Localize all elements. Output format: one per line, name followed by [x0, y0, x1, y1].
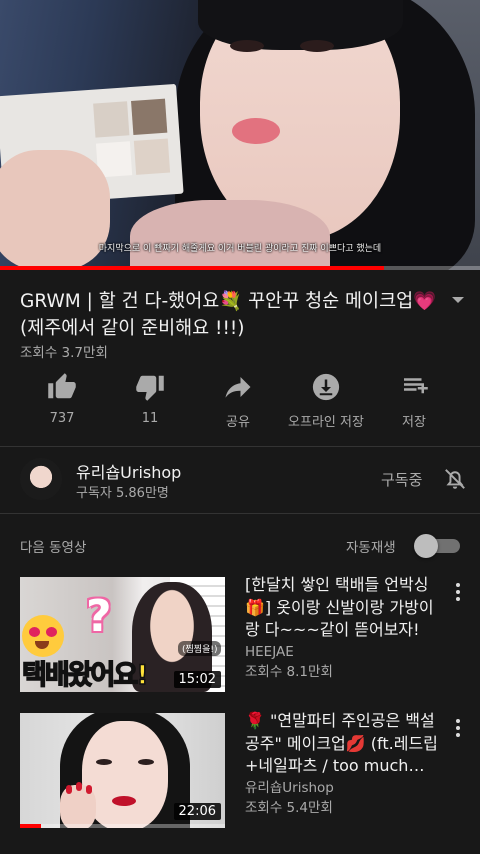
thumb-up-icon — [48, 373, 76, 399]
thumbnail-caption-yellow: 왔어요! — [67, 659, 149, 692]
thumbnail-lips — [112, 796, 136, 806]
thumbnail-tag: (찜찜을!) — [178, 641, 222, 656]
notification-bell-button[interactable] — [442, 466, 468, 496]
thumbnail-caption-white: 택배 — [21, 659, 70, 692]
person-eye-left — [230, 40, 264, 52]
autoplay-label: 자동재생 — [346, 540, 396, 556]
thumbnail-eye — [138, 759, 154, 765]
more-options-icon[interactable] — [455, 583, 461, 604]
autoplay-toggle-knob[interactable] — [414, 534, 438, 558]
bell-off-icon — [445, 469, 465, 489]
subscribed-button[interactable]: 구독중 — [381, 469, 422, 490]
video-title: 🌹 "연말파티 주인공은 백설공주" 메이크업💋 (ft.레드립+네일파츠 / … — [245, 711, 438, 775]
video-player[interactable]: 마지막으로 이 빤짜기 해줄게요 이거 버블린 광이라고 진짜 이쁘다고 했는데 — [0, 0, 480, 270]
palette-pan — [131, 98, 168, 135]
subscriber-count: 구독자 5.86만명 — [76, 486, 169, 501]
save-label: 저장 — [402, 415, 426, 430]
thumb-down-icon — [136, 375, 164, 401]
dot — [456, 726, 460, 730]
video-thumbnail[interactable]: ? (찜찜을!) 택배왔어요! 15:02 — [20, 577, 225, 692]
share-icon — [225, 377, 251, 398]
video-title: GRWM | 할 건 다-했어요💐 꾸안꾸 청순 메이크업💗 (제주에서 같이 … — [20, 291, 437, 339]
palette-pan — [133, 138, 171, 175]
person-lips — [232, 118, 280, 144]
video-channel: HEEJAE — [245, 643, 294, 660]
thumbnail-nail — [76, 782, 82, 791]
more-options-icon[interactable] — [455, 719, 461, 740]
thumbnail-caption: 택배왔어요! — [21, 653, 149, 692]
video-subtitle: 마지막으로 이 빤짜기 해줄게요 이거 버블린 광이라고 진짜 이쁘다고 했는데 — [98, 244, 382, 254]
recommended-video[interactable]: 22:06 🌹 "연말파티 주인공은 백설공주" 메이크업💋 (ft.레드립+네… — [0, 710, 480, 831]
video-views: 조회수 5.4만회 — [245, 799, 333, 816]
up-next-label: 다음 동영상 — [20, 540, 87, 556]
thumbnail-nail — [86, 785, 92, 794]
thumbnail-eye — [96, 759, 112, 765]
person-sweater — [130, 200, 330, 270]
video-title-block[interactable]: GRWM | 할 건 다-했어요💐 꾸안꾸 청순 메이크업💗 (제주에서 같이 … — [20, 288, 440, 342]
dot — [456, 583, 460, 587]
channel-name[interactable]: 유리숍Urishop — [76, 459, 181, 483]
divider — [0, 446, 480, 447]
playlist-add-icon — [404, 378, 428, 394]
watched-progress-bar — [20, 824, 225, 828]
action-bar: 737 11 공유 오프라인 저장 저장 — [0, 372, 480, 434]
dot — [456, 733, 460, 737]
watched-progress-fill — [20, 824, 41, 828]
person-eye-right — [300, 40, 334, 52]
dot — [456, 719, 460, 723]
thumbnail-nail — [66, 785, 72, 794]
video-progress-bar[interactable] — [0, 266, 480, 270]
expand-description-icon[interactable] — [452, 297, 464, 303]
thumbnail-question-mark: ? — [86, 591, 112, 642]
video-progress-fill — [0, 266, 384, 270]
video-thumbnail[interactable]: 22:06 — [20, 713, 225, 828]
video-info[interactable]: 🌹 "연말파티 주인공은 백설공주" 메이크업💋 (ft.레드립+네일파츠 / … — [245, 710, 445, 818]
view-count: 조회수 3.7만회 — [20, 345, 108, 361]
recommended-video[interactable]: ? (찜찜을!) 택배왔어요! 15:02 [한달치 쌓인 택배들 언박싱🎁] … — [0, 574, 480, 695]
palette-pan — [93, 101, 130, 138]
video-duration: 22:06 — [173, 803, 221, 820]
download-icon — [312, 373, 340, 401]
channel-avatar[interactable] — [20, 458, 62, 500]
video-info[interactable]: [한달치 쌓인 택배들 언박싱🎁] 옷이랑 신발이랑 가방이랑 다~~~같이 뜯… — [245, 574, 445, 682]
video-channel: 유리숍Urishop — [245, 779, 334, 796]
dot — [456, 597, 460, 601]
video-views: 조회수 8.1만회 — [245, 663, 333, 680]
person-bangs — [198, 0, 403, 50]
video-title: [한달치 쌓인 택배들 언박싱🎁] 옷이랑 신발이랑 가방이랑 다~~~같이 뜯… — [245, 575, 434, 639]
heart-eyes-emoji-icon — [22, 615, 64, 657]
video-duration: 15:02 — [173, 671, 221, 688]
save-button[interactable]: 저장 — [359, 372, 469, 430]
dot — [456, 590, 460, 594]
divider — [0, 513, 480, 514]
